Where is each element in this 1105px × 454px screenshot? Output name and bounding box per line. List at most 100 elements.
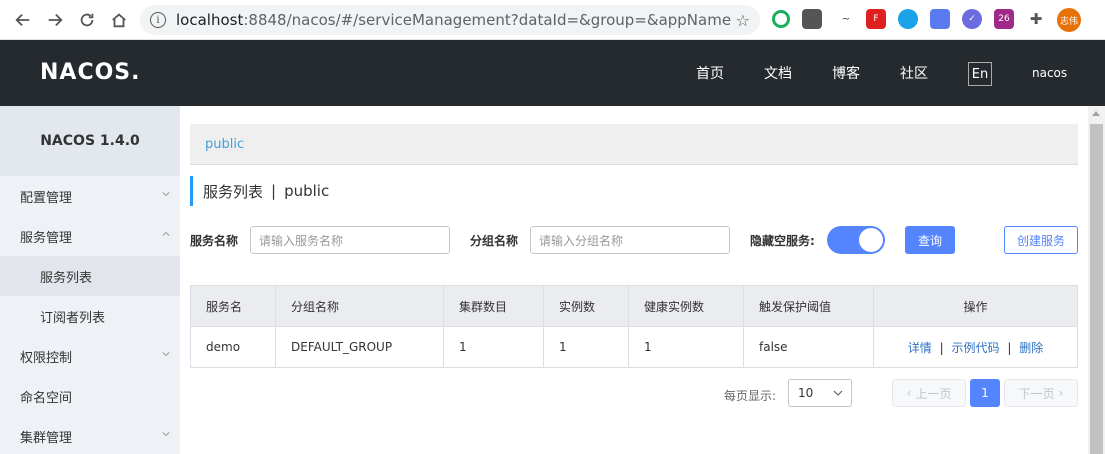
- back-icon[interactable]: [8, 5, 38, 35]
- namespace-breadcrumb: public: [190, 124, 1078, 165]
- chevron-down-icon: [162, 192, 170, 197]
- home-icon[interactable]: [104, 5, 134, 35]
- language-toggle[interactable]: En: [968, 62, 992, 86]
- reload-icon[interactable]: [72, 5, 102, 35]
- chevron-right-icon: ›: [1058, 386, 1064, 400]
- extension-icon[interactable]: F: [866, 9, 886, 29]
- sidebar-item-namespace[interactable]: 命名空间: [0, 376, 180, 416]
- column-header: 服务名: [190, 285, 276, 327]
- column-header: 集群数目: [443, 285, 544, 327]
- sidebar-title: NACOS 1.4.0: [0, 106, 180, 176]
- sidebar-item-config[interactable]: 配置管理: [0, 176, 180, 216]
- sidebar-item-label: 服务列表: [40, 270, 93, 286]
- sidebar-item-service-list[interactable]: 服务列表: [0, 256, 180, 296]
- cell-group-name: DEFAULT_GROUP: [275, 326, 444, 368]
- user-name[interactable]: nacos: [1032, 66, 1067, 80]
- chevron-down-icon: [162, 432, 170, 437]
- app-header: NACOS. 首页 文档 博客 社区 En nacos: [0, 40, 1105, 106]
- sample-code-link[interactable]: 示例代码: [951, 341, 999, 355]
- profile-avatar[interactable]: 志伟: [1057, 8, 1081, 32]
- next-page-button[interactable]: 下一页 ›: [1004, 379, 1078, 407]
- hide-empty-toggle[interactable]: [827, 226, 885, 254]
- page-size-select[interactable]: 10: [788, 379, 852, 407]
- extension-icon[interactable]: ~: [836, 9, 856, 29]
- sidebar-item-subscribers[interactable]: 订阅者列表: [0, 296, 180, 336]
- page-size-label: 每页显示:: [724, 389, 777, 403]
- column-header: 健康实例数: [628, 285, 744, 327]
- hide-empty-label: 隐藏空服务:: [750, 234, 815, 248]
- sidebar-item-cluster[interactable]: 集群管理: [0, 416, 180, 454]
- extension-icon[interactable]: ✓: [962, 9, 982, 29]
- address-bar[interactable]: i localhost:8848/nacos/#/serviceManageme…: [140, 5, 760, 35]
- scroll-up-icon[interactable]: [1092, 111, 1100, 116]
- sidebar-item-label: 配置管理: [20, 190, 73, 206]
- cell-threshold: false: [743, 326, 874, 368]
- sidebar: NACOS 1.4.0 配置管理 服务管理 服务列表 订阅者列表 权限控制 命名…: [0, 106, 180, 454]
- group-name-label: 分组名称: [470, 234, 519, 248]
- extension-icon[interactable]: [772, 10, 790, 28]
- toggle-knob: [859, 228, 883, 252]
- url-text: localhost:8848/nacos/#/serviceManagement…: [176, 11, 731, 29]
- chevron-left-icon: ‹: [906, 386, 912, 400]
- pagination: 每页显示: 10 ‹ 上一页 1 下一页 ›: [190, 379, 1078, 409]
- page-title-text: 服务列表: [203, 182, 264, 201]
- prev-page-label: 上一页: [915, 386, 952, 401]
- namespace-link[interactable]: public: [205, 137, 244, 152]
- sidebar-item-label: 命名空间: [20, 390, 73, 406]
- prev-page-button[interactable]: ‹ 上一页: [892, 379, 966, 407]
- bookmark-star-icon[interactable]: ☆: [736, 11, 750, 30]
- puzzle-icon[interactable]: ✚: [1026, 9, 1046, 29]
- column-header: 操作: [873, 285, 1078, 327]
- sidebar-item-auth[interactable]: 权限控制: [0, 336, 180, 376]
- detail-link[interactable]: 详情: [908, 341, 932, 355]
- extension-icon[interactable]: [898, 9, 918, 29]
- sidebar-item-label: 订阅者列表: [40, 310, 106, 326]
- query-button[interactable]: 查询: [905, 226, 955, 254]
- table-row: demo DEFAULT_GROUP 1 1 1 false 详情 | 示例代码…: [190, 326, 1078, 368]
- title-separator: |: [271, 182, 277, 200]
- scrollbar-thumb[interactable]: [1090, 124, 1103, 454]
- sidebar-item-label: 服务管理: [20, 230, 73, 246]
- nav-home[interactable]: 首页: [696, 40, 724, 106]
- forward-icon[interactable]: [40, 5, 70, 35]
- page-title-namespace: public: [284, 182, 330, 200]
- nav-docs[interactable]: 文档: [764, 40, 792, 106]
- chevron-down-icon: [162, 352, 170, 357]
- delete-link[interactable]: 删除: [1019, 341, 1043, 355]
- sidebar-item-service[interactable]: 服务管理: [0, 216, 180, 256]
- chevron-up-icon: [162, 231, 170, 236]
- service-name-input[interactable]: 请输入服务名称: [250, 226, 450, 254]
- cell-cluster-count: 1: [443, 326, 544, 368]
- page-number-current[interactable]: 1: [970, 379, 1000, 407]
- column-header: 分组名称: [275, 285, 444, 327]
- next-page-label: 下一页: [1018, 386, 1055, 401]
- sidebar-item-label: 权限控制: [20, 350, 73, 366]
- cell-healthy-count: 1: [628, 326, 744, 368]
- op-separator: |: [1007, 340, 1012, 355]
- extension-icon[interactable]: [930, 9, 950, 29]
- table-header-row: 服务名 分组名称 集群数目 实例数 健康实例数 触发保护阈值 操作: [190, 285, 1078, 327]
- chevron-down-icon: [833, 390, 843, 396]
- nav-blog[interactable]: 博客: [832, 40, 860, 106]
- create-service-button[interactable]: 创建服务: [1004, 226, 1078, 254]
- column-header: 触发保护阈值: [743, 285, 874, 327]
- page-scrollbar[interactable]: [1088, 106, 1105, 454]
- nacos-logo[interactable]: NACOS.: [40, 60, 141, 85]
- nav-community[interactable]: 社区: [900, 40, 928, 106]
- group-name-input[interactable]: 请输入分组名称: [530, 226, 730, 254]
- op-separator: |: [939, 340, 944, 355]
- extension-icon[interactable]: 26: [994, 9, 1014, 29]
- sidebar-item-label: 集群管理: [20, 430, 73, 446]
- column-header: 实例数: [543, 285, 629, 327]
- page-title: 服务列表 | public: [190, 176, 329, 206]
- browser-toolbar: i localhost:8848/nacos/#/serviceManageme…: [0, 0, 1105, 40]
- extension-icon[interactable]: [802, 9, 822, 29]
- cell-instance-count: 1: [543, 326, 629, 368]
- cell-operations: 详情 | 示例代码 | 删除: [873, 326, 1078, 368]
- cell-service-name: demo: [190, 326, 276, 368]
- page-size-value: 10: [798, 386, 814, 400]
- info-icon[interactable]: i: [150, 12, 166, 28]
- service-name-label: 服务名称: [190, 234, 239, 248]
- service-table: 服务名 分组名称 集群数目 实例数 健康实例数 触发保护阈值 操作 demo D…: [190, 285, 1078, 368]
- main-content: public 服务列表 | public 服务名称 请输入服务名称 分组名称 请…: [190, 124, 1078, 407]
